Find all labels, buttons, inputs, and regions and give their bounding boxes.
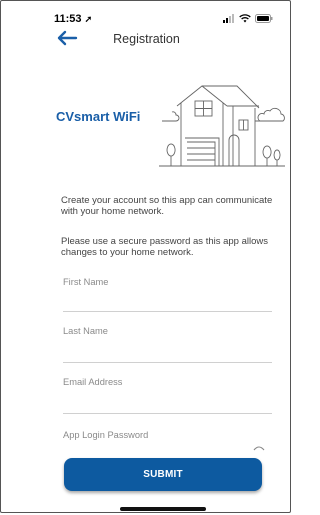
first-name-field[interactable]: First Name — [63, 277, 108, 287]
first-name-underline — [63, 311, 272, 312]
wifi-icon — [239, 14, 251, 23]
password-field[interactable]: App Login Password — [63, 430, 148, 440]
intro-text-2: Please use a secure password as this app… — [61, 236, 269, 258]
battery-icon — [255, 14, 273, 23]
page-title: Registration — [113, 32, 180, 46]
intro-text-1: Create your account so this app can comm… — [61, 195, 273, 217]
brand-name: CVsmart WiFi — [56, 109, 141, 124]
location-arrow-icon: ➚ — [84, 14, 93, 24]
last-name-field[interactable]: Last Name — [63, 326, 108, 336]
house-illustration — [159, 85, 285, 167]
email-field[interactable]: Email Address — [63, 377, 122, 387]
last-name-underline — [63, 362, 272, 363]
status-time: 11:53 ➚ — [54, 13, 93, 25]
email-underline — [63, 413, 272, 414]
status-icons — [223, 14, 273, 23]
status-bar: 11:53 ➚ — [54, 13, 273, 27]
submit-button[interactable]: SUBMIT — [64, 458, 262, 491]
eye-icon[interactable] — [253, 445, 265, 451]
home-indicator — [120, 507, 206, 511]
signal-icon — [223, 14, 234, 23]
